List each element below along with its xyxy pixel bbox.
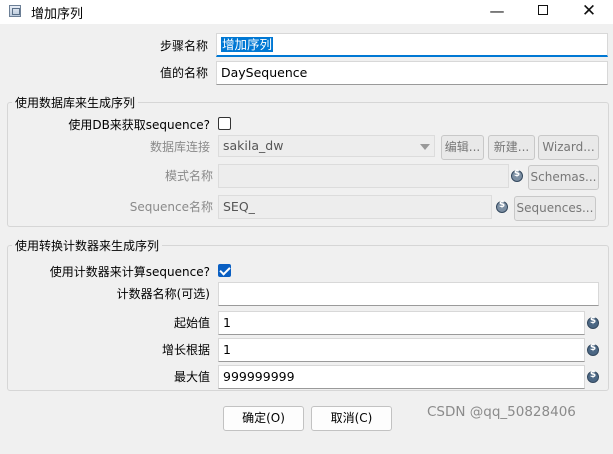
schemas-button[interactable]: Schemas... bbox=[528, 165, 599, 190]
title-bar: 增加序列 — ✕ bbox=[0, 0, 613, 24]
step-name-label: 步骤名称 bbox=[159, 39, 208, 53]
sequences-button[interactable]: Sequences... bbox=[514, 196, 596, 221]
use-counter-label: 使用计数器来计算sequence? bbox=[49, 265, 210, 279]
use-counter-checkbox[interactable] bbox=[218, 264, 231, 277]
schema-input[interactable] bbox=[218, 164, 509, 188]
wizard-button[interactable]: Wizard... bbox=[538, 135, 599, 160]
cancel-button[interactable]: 取消(C) bbox=[311, 406, 392, 431]
start-value-input[interactable]: 1 bbox=[218, 311, 585, 335]
increment-input[interactable]: 1 bbox=[218, 338, 585, 362]
maximize-icon bbox=[538, 5, 548, 15]
minimize-button[interactable]: — bbox=[474, 0, 520, 22]
connection-value: sakila_dw bbox=[223, 138, 284, 153]
maximize-button[interactable] bbox=[520, 0, 566, 22]
step-name-value: 增加序列 bbox=[221, 37, 274, 52]
variable-icon bbox=[496, 200, 508, 213]
variable-icon bbox=[587, 316, 599, 329]
step-name-input[interactable]: 增加序列 bbox=[216, 33, 608, 57]
counter-name-label: 计数器名称(可选) bbox=[116, 287, 210, 301]
start-value-label: 起始值 bbox=[173, 316, 210, 330]
connection-select[interactable]: sakila_dw bbox=[218, 135, 435, 157]
connection-label: 数据库连接 bbox=[149, 140, 210, 154]
dialog-content: 步骤名称 增加序列 值的名称 DaySequence 使用数据库来生成序列 使用… bbox=[0, 24, 613, 454]
use-db-label: 使用DB来获取sequence? bbox=[68, 118, 210, 132]
variable-icon bbox=[587, 370, 599, 383]
sequence-input[interactable]: SEQ_ bbox=[218, 195, 492, 219]
variable-icon bbox=[587, 343, 599, 356]
watermark: CSDN @qq_50828406 bbox=[427, 404, 576, 420]
variable-icon bbox=[511, 169, 523, 182]
sequence-label: Sequence名称 bbox=[129, 200, 213, 214]
app-icon bbox=[9, 5, 21, 17]
use-db-checkbox[interactable] bbox=[218, 117, 231, 130]
db-group-title: 使用数据库来生成序列 bbox=[12, 94, 139, 111]
window-title: 增加序列 bbox=[31, 7, 84, 22]
increment-label: 增长根据 bbox=[161, 343, 210, 357]
value-name-label: 值的名称 bbox=[159, 66, 208, 80]
edit-connection-button[interactable]: 编辑... bbox=[441, 135, 484, 160]
max-value-label: 最大值 bbox=[173, 370, 210, 384]
max-value-input[interactable]: 999999999 bbox=[218, 365, 585, 389]
close-button[interactable]: ✕ bbox=[566, 0, 612, 22]
chevron-down-icon bbox=[416, 136, 434, 156]
counter-name-input[interactable] bbox=[218, 282, 599, 306]
value-name-input[interactable]: DaySequence bbox=[216, 61, 608, 85]
new-connection-button[interactable]: 新建... bbox=[488, 135, 535, 160]
schema-label: 模式名称 bbox=[164, 169, 213, 183]
ok-button[interactable]: 确定(O) bbox=[223, 406, 304, 431]
counter-group-title: 使用转换计数器来生成序列 bbox=[12, 237, 163, 254]
